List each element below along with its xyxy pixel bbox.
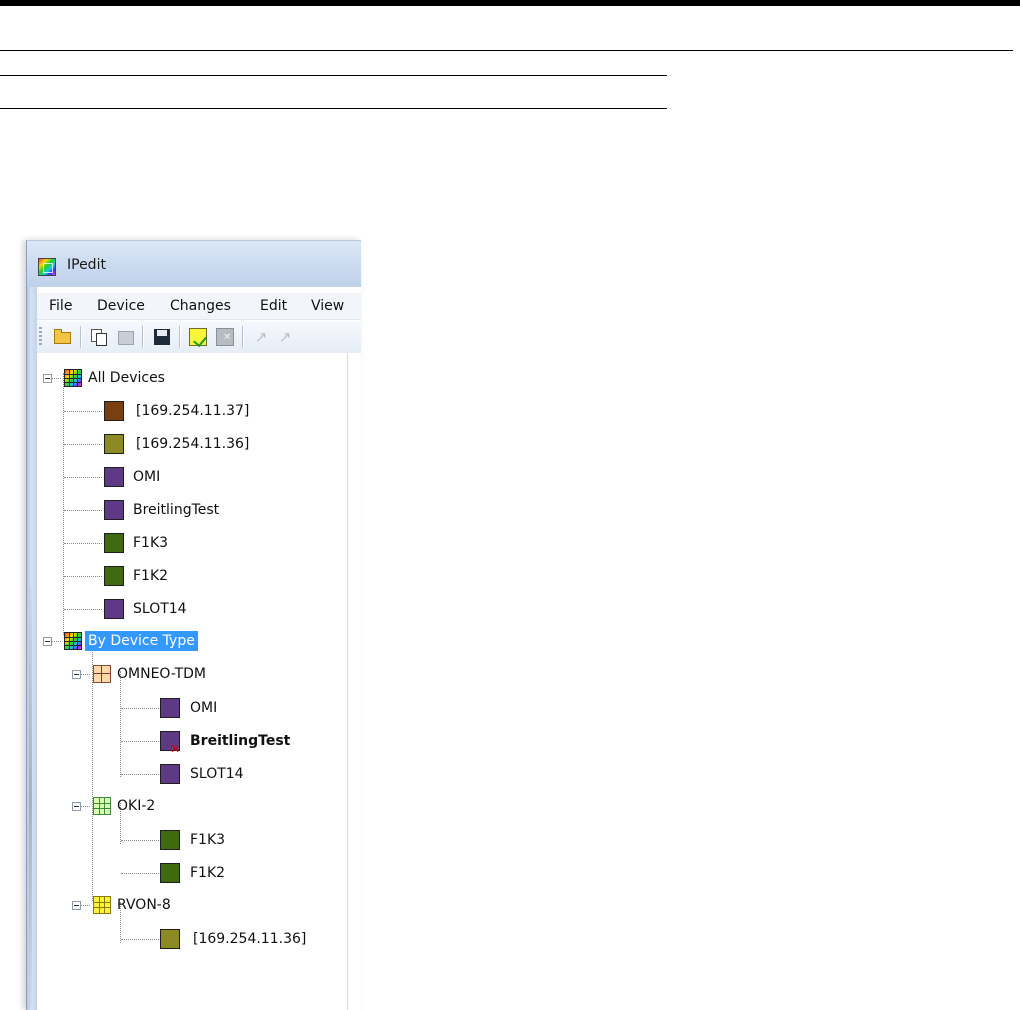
toolbar: ↗ ↗ bbox=[37, 321, 361, 353]
tree-node-device[interactable]: [169.254.11.36] bbox=[193, 929, 306, 949]
tree-connector bbox=[81, 905, 90, 906]
tree-node-device[interactable]: SLOT14 bbox=[190, 764, 244, 784]
open-folder-icon[interactable] bbox=[53, 327, 73, 347]
tree-node-device[interactable]: [169.254.11.36] bbox=[136, 434, 249, 454]
window-frame-left bbox=[27, 287, 37, 1010]
tree-connector bbox=[81, 806, 90, 807]
menu-bar: File Device Changes Edit View bbox=[37, 293, 361, 320]
tree-connector bbox=[121, 708, 159, 709]
rvon-8-grid-icon bbox=[93, 896, 111, 914]
tree-node-device[interactable]: [169.254.11.37] bbox=[136, 401, 249, 421]
menu-view[interactable]: View bbox=[311, 298, 344, 314]
top-rule bbox=[0, 0, 1020, 6]
header-rule bbox=[0, 50, 1013, 51]
tree-connector bbox=[81, 674, 90, 675]
tree-node-group[interactable]: OMNEO-TDM bbox=[117, 664, 206, 684]
tree-node-group[interactable]: OKI-2 bbox=[117, 796, 155, 816]
omneo-tdm-grid-icon bbox=[93, 665, 111, 683]
ipedit-window: IPedit File Device Changes Edit View ↗ ↗ bbox=[26, 240, 361, 1010]
app-icon bbox=[38, 258, 56, 276]
tree-connector bbox=[64, 576, 102, 577]
pane-divider[interactable] bbox=[347, 353, 348, 1010]
device-icon bbox=[160, 698, 180, 718]
copy-icon[interactable] bbox=[89, 327, 109, 347]
collapse-toggle[interactable] bbox=[43, 374, 52, 383]
device-icon bbox=[104, 467, 124, 487]
collapse-toggle[interactable] bbox=[43, 637, 52, 646]
tree-connector bbox=[121, 774, 159, 775]
tree-connector bbox=[121, 741, 159, 742]
apply-changes-icon[interactable] bbox=[188, 327, 208, 347]
collapse-toggle[interactable] bbox=[72, 670, 81, 679]
all-devices-grid-icon bbox=[64, 369, 82, 387]
tree-node-device[interactable]: F1K2 bbox=[133, 566, 168, 586]
tree-connector bbox=[64, 477, 102, 478]
sub-rule-2 bbox=[0, 108, 667, 109]
toolbar-separator bbox=[179, 326, 181, 348]
toolbar-separator bbox=[80, 326, 82, 348]
sub-rule-1 bbox=[0, 75, 667, 76]
device-icon bbox=[104, 566, 124, 586]
tree-node-by-device-type[interactable]: By Device Type bbox=[85, 631, 198, 651]
oki-2-grid-icon bbox=[93, 797, 111, 815]
device-icon bbox=[104, 500, 124, 520]
tree-guide bbox=[63, 373, 64, 635]
error-x-icon: ✕ bbox=[170, 742, 181, 756]
tree-connector bbox=[64, 543, 102, 544]
device-icon bbox=[160, 764, 180, 784]
tree-node-device[interactable]: F1K2 bbox=[190, 863, 225, 883]
device-icon bbox=[104, 434, 124, 454]
arrow-icon[interactable]: ↗ bbox=[275, 327, 295, 347]
tree-node-device-error[interactable]: BreitlingTest bbox=[190, 731, 290, 751]
device-icon bbox=[160, 830, 180, 850]
tree-node-group[interactable]: RVON-8 bbox=[117, 895, 171, 915]
tree-node-device[interactable]: OMI bbox=[190, 698, 217, 718]
save-icon[interactable] bbox=[152, 327, 172, 347]
tree-connector bbox=[64, 411, 102, 412]
tree-node-device[interactable]: OMI bbox=[133, 467, 160, 487]
paste-icon[interactable] bbox=[116, 327, 136, 347]
toolbar-separator bbox=[142, 326, 144, 348]
device-tree: All Devices [169.254.11.37] [169.254.11.… bbox=[37, 353, 347, 1010]
title-bar[interactable]: IPedit bbox=[27, 241, 361, 287]
toolbar-separator bbox=[242, 326, 244, 348]
collapse-toggle[interactable] bbox=[72, 901, 81, 910]
window-title: IPedit bbox=[67, 257, 106, 273]
arrow-up-right-icon[interactable]: ↗ bbox=[251, 327, 271, 347]
tree-connector bbox=[52, 641, 61, 642]
device-type-grid-icon bbox=[64, 632, 82, 650]
tree-connector bbox=[121, 840, 159, 841]
device-icon bbox=[160, 929, 180, 949]
tree-node-device[interactable]: F1K3 bbox=[133, 533, 168, 553]
tree-guide bbox=[120, 671, 121, 777]
tree-connector bbox=[52, 378, 61, 379]
tree-connector bbox=[64, 510, 102, 511]
tree-node-device[interactable]: F1K3 bbox=[190, 830, 225, 850]
tree-connector bbox=[64, 609, 102, 610]
toolbar-grip[interactable] bbox=[39, 327, 42, 347]
tree-node-device[interactable]: BreitlingTest bbox=[133, 500, 219, 520]
tree-node-all-devices[interactable]: All Devices bbox=[88, 368, 165, 388]
device-icon bbox=[104, 533, 124, 553]
menu-changes[interactable]: Changes bbox=[170, 298, 231, 314]
menu-edit[interactable]: Edit bbox=[260, 298, 287, 314]
device-icon bbox=[104, 401, 124, 421]
device-icon bbox=[104, 599, 124, 619]
tree-connector bbox=[64, 444, 102, 445]
menu-device[interactable]: Device bbox=[97, 298, 145, 314]
tree-connector bbox=[121, 939, 159, 940]
discard-changes-icon[interactable] bbox=[215, 327, 235, 347]
device-icon bbox=[160, 863, 180, 883]
tree-connector bbox=[121, 873, 159, 874]
collapse-toggle[interactable] bbox=[72, 802, 81, 811]
tree-node-device[interactable]: SLOT14 bbox=[133, 599, 187, 619]
menu-file[interactable]: File bbox=[49, 298, 72, 314]
